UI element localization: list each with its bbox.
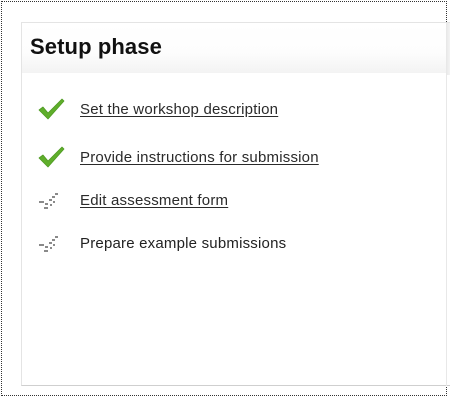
pending-check-icon	[39, 236, 58, 252]
task-item: Set the workshop description	[36, 97, 278, 121]
task-link-submission-instructions[interactable]: Provide instructions for submission	[80, 149, 319, 166]
panel-header: Setup phase	[22, 23, 446, 73]
checkmark-icon	[38, 146, 65, 168]
task-item: Edit assessment form	[36, 188, 228, 212]
column-divider-line	[446, 75, 447, 386]
column-divider	[446, 23, 450, 75]
page-title: Setup phase	[30, 34, 162, 59]
task-link-edit-assessment-form[interactable]: Edit assessment form	[80, 192, 228, 209]
task-item: Provide instructions for submission	[36, 145, 319, 169]
task-item: Prepare example submissions	[36, 231, 286, 255]
task-link-workshop-description[interactable]: Set the workshop description	[80, 101, 278, 118]
pending-check-icon	[39, 193, 58, 209]
task-label-example-submissions: Prepare example submissions	[80, 234, 287, 252]
checkmark-icon	[38, 98, 65, 120]
